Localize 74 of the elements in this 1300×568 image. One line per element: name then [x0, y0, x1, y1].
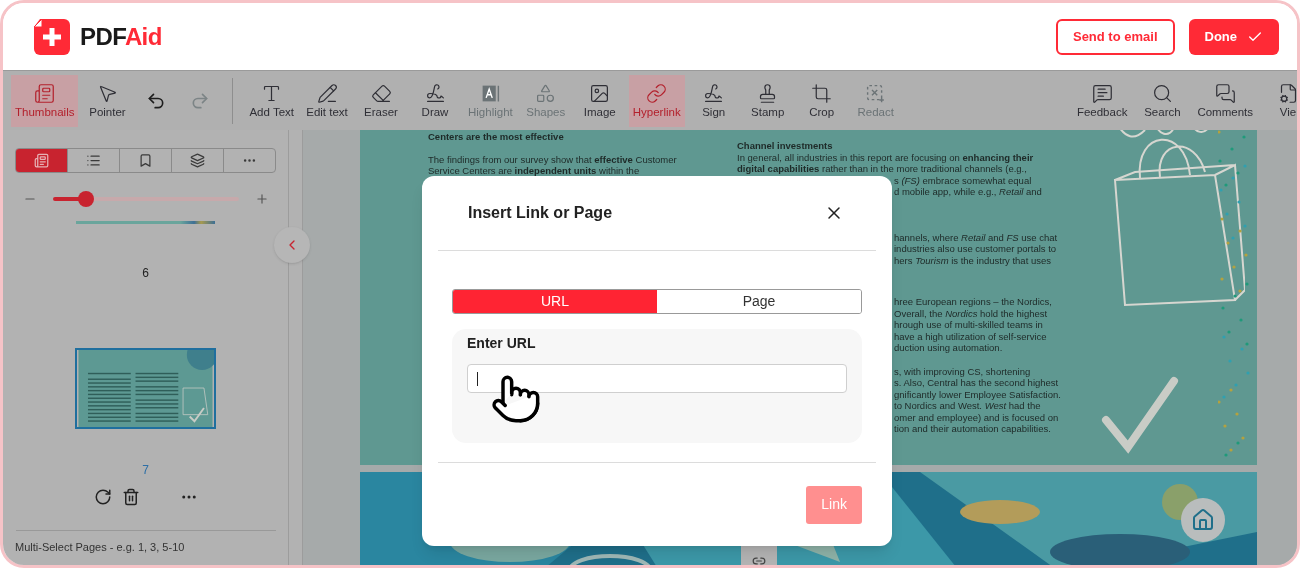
page-number: 7: [142, 462, 149, 479]
logo-icon: [34, 18, 70, 55]
trash-icon[interactable]: [121, 488, 140, 506]
toolbar-button[interactable]: Edit text: [302, 74, 352, 127]
image-icon: [589, 82, 611, 104]
link-icon: [646, 82, 668, 104]
document-text: omer and employee) and is focused on: [894, 411, 1060, 423]
page-thumbnail[interactable]: [75, 348, 216, 429]
toolbar-button[interactable]: Vie: [1265, 82, 1297, 119]
toolbar-button[interactable]: Comments: [1197, 82, 1253, 119]
home-icon: [1191, 508, 1215, 532]
document-text: duction using automation.: [894, 342, 1004, 354]
toolbar-button[interactable]: Image: [574, 74, 625, 127]
document-text: hers Tourism is the industry that uses: [894, 254, 1052, 266]
comments-icon: [1214, 82, 1236, 104]
feedback-icon: [1091, 82, 1113, 104]
toolbar-button[interactable]: Add Text: [245, 74, 298, 127]
redact-icon: [865, 82, 887, 104]
zoom-in-icon[interactable]: [254, 192, 269, 206]
hand-cursor-icon: [490, 373, 542, 425]
dialog-title: Insert Link or Page: [468, 203, 613, 223]
dialog-tab[interactable]: URL: [453, 290, 657, 313]
eraser-icon: [370, 82, 392, 104]
toolbar-button[interactable]: Stamp: [742, 74, 793, 127]
document-text: Service Centers are independent units within the: [428, 165, 641, 177]
draw-icon: [424, 82, 446, 104]
document-text: The findings from our survey show that effective Customer: [428, 153, 678, 165]
sidebar-tab[interactable]: [16, 149, 68, 172]
toolbar-button[interactable]: Eraser: [356, 74, 406, 127]
multi-select-label: Multi-Select Pages - e.g. 1, 3, 5-10: [15, 540, 185, 555]
document-text: hree European regions – the Nordics,: [894, 296, 1053, 308]
toolbar-button[interactable]: Feedback: [1076, 82, 1128, 119]
document-text: gnificantly lower Employee Satisfaction.: [894, 388, 1062, 400]
redo-icon: [190, 90, 211, 111]
signature-icon: [703, 82, 725, 104]
document-text: d mobile app, while e.g., Retail and: [894, 186, 1043, 198]
document-text: Channel investments: [737, 140, 834, 152]
document-text: digital capabilities rather than in the more traditional channels (e.g.,: [737, 163, 1028, 175]
document-text: In general, all industries in this report are focusing on enhancing their: [737, 151, 1035, 163]
thumbnails-icon: [34, 153, 49, 168]
send-email-button[interactable]: Send to email: [1055, 18, 1175, 55]
done-button[interactable]: Done: [1188, 18, 1279, 55]
toolbar-button[interactable]: Pointer: [82, 74, 133, 127]
list-icon: [86, 153, 101, 168]
document-text: to Nordics and West. West had the: [894, 400, 1042, 412]
logo-text: PDFAid: [80, 21, 162, 52]
shapes-icon: [535, 82, 557, 104]
document-text: Centers are the most effective: [428, 131, 565, 143]
document-text: s, with improving CS, shortening: [894, 365, 1032, 377]
bookmark-icon: [138, 153, 153, 168]
document-text: s (FS) embrace somewhat equal: [894, 174, 1033, 186]
document-text: tion and their automation capabilities.: [894, 423, 1052, 435]
document-text: have a high utilization of self-service: [894, 330, 1048, 342]
crop-icon: [811, 82, 833, 104]
page-thumbnail[interactable]: [76, 221, 215, 224]
view-icon: [1277, 82, 1297, 104]
document-text: s. Also, Central has the second highest: [894, 377, 1060, 389]
rotate-page-icon[interactable]: [93, 488, 112, 506]
layers-icon: [190, 153, 205, 168]
page-number: 6: [142, 265, 149, 282]
search-icon: [1151, 82, 1173, 104]
toolbar-button[interactable]: Search: [1139, 82, 1186, 119]
collapse-sidebar-button[interactable]: [274, 227, 310, 263]
document-text: Overall, the Nordics hold the highest: [894, 307, 1049, 319]
link-icon: [752, 554, 766, 565]
toolbar-button[interactable]: Sign: [688, 74, 739, 127]
document-text: industries also use customer portals to: [894, 243, 1058, 255]
field-label: Enter URL: [467, 334, 537, 353]
document-text: hrough use of multi-skilled teams in: [894, 319, 1044, 331]
pencil-text-icon: [316, 82, 338, 104]
toolbar-button[interactable]: Draw: [410, 74, 460, 127]
document-text: hannels, where Retail and FS use chat: [894, 231, 1059, 243]
thumbnails-icon: [34, 82, 56, 104]
toolbar-button[interactable]: Crop: [796, 74, 847, 127]
